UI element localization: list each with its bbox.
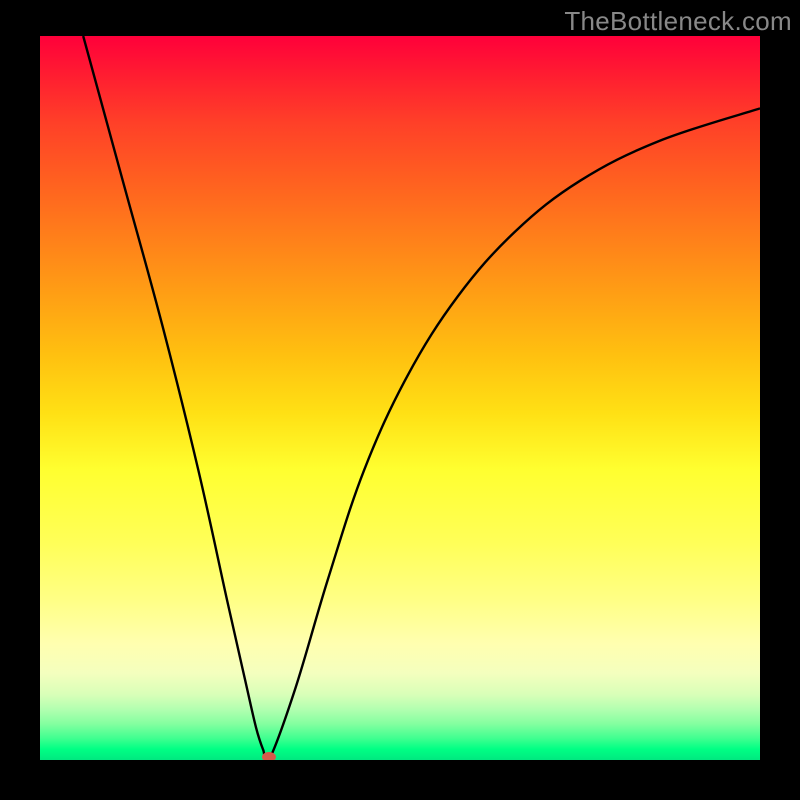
plot-area <box>40 36 760 760</box>
chart-frame: TheBottleneck.com <box>0 0 800 800</box>
chart-svg <box>40 36 760 760</box>
curve-line <box>83 36 760 760</box>
watermark-text: TheBottleneck.com <box>564 6 792 37</box>
